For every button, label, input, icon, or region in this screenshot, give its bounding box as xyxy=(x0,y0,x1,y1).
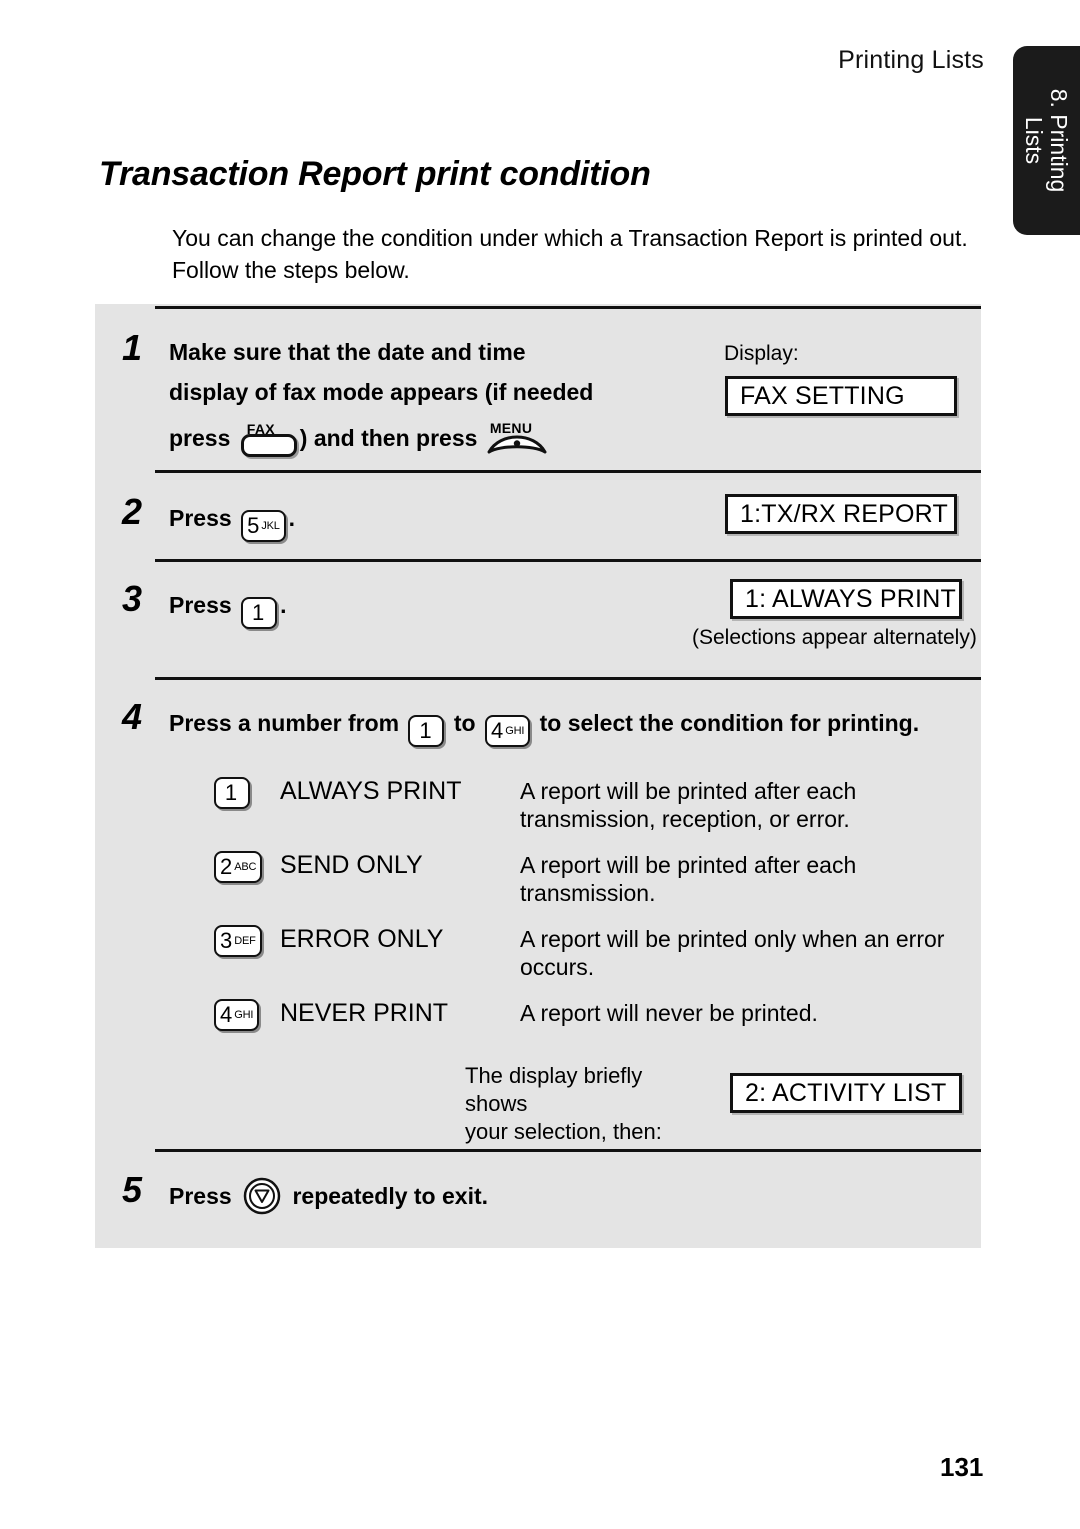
key-1-digit: 1 xyxy=(251,600,265,625)
step-3-press-label: Press xyxy=(169,592,232,618)
stop-key-shape xyxy=(243,1177,281,1215)
chapter-side-tab-line2: Lists xyxy=(1021,116,1047,165)
step-1-display-label: Display: xyxy=(724,342,799,365)
step-1-line3-mid: ) and then press xyxy=(299,425,478,451)
option-key-3-digit: 3 xyxy=(220,928,233,953)
step-3-body: Press 1 . xyxy=(169,585,286,629)
step-5-text-post: repeatedly to exit. xyxy=(292,1183,489,1209)
page-title: Transaction Report print condition xyxy=(99,155,651,193)
option-key-3-letters: DEF xyxy=(234,934,256,947)
option-key-4[interactable]: 4 GHI xyxy=(211,999,262,1031)
step-1-line3-pre: press xyxy=(169,425,231,451)
step-3-number: 3 xyxy=(122,578,143,619)
option-key-4-digit: 4 xyxy=(220,1002,233,1027)
option-name-1: ALWAYS PRINT xyxy=(280,777,462,805)
option-key-2-digit: 2 xyxy=(220,854,233,879)
divider-step3-4 xyxy=(155,677,981,680)
key-from-1[interactable]: 1 xyxy=(408,715,445,747)
step-4-body: Press a number from 1 to 4 GHI to select… xyxy=(169,703,979,747)
step-4-after-note: The display briefly shows your selection… xyxy=(465,1062,695,1146)
option-key-1-digit: 1 xyxy=(224,780,238,805)
option-name-3: ERROR ONLY xyxy=(280,925,444,953)
running-header: Printing Lists xyxy=(838,46,984,74)
key-1[interactable]: 1 xyxy=(241,597,278,629)
step-4-after-note-line2: your selection, then: xyxy=(465,1119,662,1144)
step-3-note: (Selections appear alternately) xyxy=(692,626,977,649)
divider-step1-2 xyxy=(155,470,981,473)
option-desc-1: A report will be printed after each tran… xyxy=(520,778,857,832)
option-name-2: SEND ONLY xyxy=(280,851,423,879)
lcd-step-3: 1: ALWAYS PRINT xyxy=(730,579,962,619)
option-key-4-cap[interactable]: 4 GHI xyxy=(214,999,260,1031)
chapter-side-tab-line1: 8. Printing xyxy=(1046,88,1073,193)
option-key-4-letters: GHI xyxy=(234,1008,254,1021)
step-1-line1: Make sure that the date and time xyxy=(169,339,526,365)
option-desc-4: A report will never be printed. xyxy=(520,1000,818,1026)
lcd-step-1: FAX SETTING xyxy=(725,376,957,416)
divider-top xyxy=(155,306,981,309)
option-name-4: NEVER PRINT xyxy=(280,999,449,1027)
option-key-2-letters: ABC xyxy=(234,860,257,873)
divider-step2-3 xyxy=(155,559,981,562)
step-2-press-label: Press xyxy=(169,505,232,531)
step-1-number: 1 xyxy=(122,327,143,368)
step-4-text-pre: Press a number from xyxy=(169,710,400,736)
key-from-1-digit: 1 xyxy=(419,718,432,743)
divider-step4-5 xyxy=(155,1149,981,1152)
key-5-jkl-letters: JKL xyxy=(261,519,280,532)
step-2-body: Press 5 JKL . xyxy=(169,498,295,542)
procedure-panel: 1 Make sure that the date and time displ… xyxy=(95,304,981,1248)
step-5-number: 5 xyxy=(122,1169,143,1210)
chapter-side-tab: 8. Printing Lists xyxy=(1013,46,1080,235)
step-2-number: 2 xyxy=(122,491,143,532)
option-key-3-cap[interactable]: 3 DEF xyxy=(214,925,262,957)
lcd-step-2: 1:TX/RX REPORT xyxy=(725,494,957,534)
option-key-1[interactable]: 1 xyxy=(211,777,253,809)
fax-key-cap xyxy=(240,434,297,457)
option-desc-3: A report will be printed only when an er… xyxy=(520,926,945,980)
option-key-1-cap[interactable]: 1 xyxy=(214,777,250,809)
option-key-2[interactable]: 2 ABC xyxy=(211,851,265,883)
key-to-4-ghi[interactable]: 4 GHI xyxy=(484,715,531,747)
step-2-period: . xyxy=(288,505,296,531)
key-to-4-ghi-digit: 4 xyxy=(490,718,504,743)
menu-key-arc-shape xyxy=(487,435,547,454)
key-to-4-ghi-letters: GHI xyxy=(505,724,525,737)
option-desc-2: A report will be printed after each tran… xyxy=(520,852,857,906)
lcd-step-4: 2: ACTIVITY LIST xyxy=(730,1073,962,1113)
key-5-jkl[interactable]: 5 JKL xyxy=(241,510,286,542)
step-4-text-mid: to xyxy=(453,710,476,736)
option-key-2-cap[interactable]: 2 ABC xyxy=(214,851,263,883)
option-key-3[interactable]: 3 DEF xyxy=(211,925,265,957)
step-4-after-note-line1: The display briefly shows xyxy=(465,1063,643,1116)
key-5-jkl-digit: 5 xyxy=(247,513,260,538)
fax-key-icon[interactable]: FAX xyxy=(240,418,299,458)
page-number: 131 xyxy=(940,1452,984,1482)
step-3-period: . xyxy=(280,592,287,618)
step-1-body: Make sure that the date and time display… xyxy=(169,332,593,464)
stop-key-icon[interactable] xyxy=(242,1176,282,1216)
step-5-press-label: Press xyxy=(169,1183,232,1209)
step-4-text-post: to select the condition for printing. xyxy=(539,710,920,736)
menu-key-icon[interactable]: MENU xyxy=(486,418,548,458)
step-4-number: 4 xyxy=(122,696,143,737)
step-5-body: Press repeatedly to exit. xyxy=(169,1176,488,1216)
intro-paragraph: You can change the condition under which… xyxy=(172,225,968,283)
